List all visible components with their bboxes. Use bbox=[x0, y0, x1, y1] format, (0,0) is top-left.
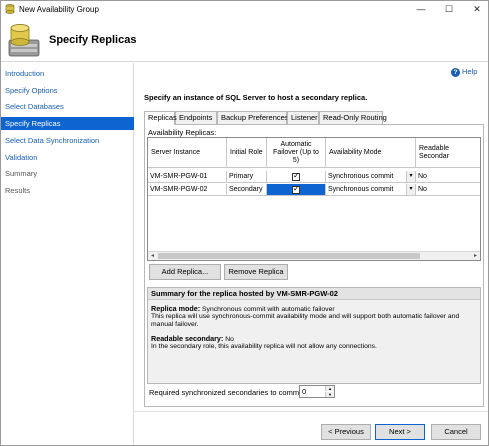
wizard-nav: Introduction Specify Options Select Data… bbox=[1, 63, 134, 445]
tab-read-only-routing[interactable]: Read-Only Routing bbox=[319, 111, 387, 124]
grid-caption: Availability Replicas: bbox=[148, 128, 217, 137]
availability-mode-value-1: Synchronous commit bbox=[328, 173, 394, 180]
replica-mode-value: Synchronous commit with automatic failov… bbox=[200, 306, 335, 313]
table-row-1-failover-cell[interactable]: ✓ bbox=[267, 171, 326, 183]
footer-divider bbox=[134, 411, 488, 412]
stepper-up-icon[interactable]: ▲ bbox=[325, 386, 334, 391]
minimize-button[interactable]: — bbox=[414, 3, 428, 15]
table-row-2-mode[interactable]: Synchronous commit ▾ bbox=[326, 184, 416, 196]
tab-listener[interactable]: Listener bbox=[287, 111, 319, 124]
add-replica-button[interactable]: Add Replica... bbox=[149, 264, 221, 280]
scroll-thumb[interactable] bbox=[158, 253, 420, 259]
page-title: Specify Replicas bbox=[49, 34, 137, 46]
page-header: Specify Replicas bbox=[1, 18, 488, 62]
title-bar: New Availability Group — ☐ ✕ bbox=[1, 1, 488, 18]
database-server-icon bbox=[8, 24, 40, 57]
grid-horizontal-scrollbar[interactable]: ◂ ▸ bbox=[148, 251, 480, 260]
summary-heading: Summary for the replica hosted by VM-SMR… bbox=[148, 288, 480, 300]
nav-item-specify-replicas[interactable]: Specify Replicas bbox=[1, 117, 134, 130]
table-row-1-mode[interactable]: Synchronous commit ▾ bbox=[326, 171, 416, 183]
table-row-2-role: Secondary bbox=[227, 184, 267, 196]
nav-item-select-data-synchronization[interactable]: Select Data Synchronization bbox=[1, 134, 134, 147]
table-row-1-server[interactable]: VM-SMR-PGW-01 bbox=[148, 171, 227, 183]
nav-item-results: Results bbox=[5, 186, 31, 195]
column-header-initial-role[interactable]: Initial Role bbox=[227, 138, 267, 168]
required-secondaries-value: 0 bbox=[302, 387, 307, 396]
tab-replicas[interactable]: Replicas bbox=[144, 111, 177, 125]
check-icon: ✓ bbox=[293, 171, 300, 180]
nav-item-specify-options[interactable]: Specify Options bbox=[1, 84, 134, 97]
cancel-button[interactable]: Cancel bbox=[431, 424, 481, 440]
help-link[interactable]: ? Help bbox=[451, 67, 477, 77]
readable-secondary-value-2: No bbox=[418, 186, 427, 193]
column-header-server-instance[interactable]: Server Instance bbox=[148, 138, 227, 168]
scroll-right-icon[interactable]: ▸ bbox=[471, 252, 480, 260]
database-icon bbox=[5, 4, 15, 14]
replica-mode-description: This replica will use synchronous-commit… bbox=[151, 313, 460, 328]
nav-item-select-databases[interactable]: Select Databases bbox=[1, 100, 134, 113]
table-row-2-readable[interactable]: No bbox=[416, 184, 480, 196]
table-row-1-readable[interactable]: No bbox=[416, 171, 480, 183]
tab-endpoints[interactable]: Endpoints bbox=[175, 111, 217, 124]
remove-replica-button[interactable]: Remove Replica bbox=[224, 264, 288, 280]
required-secondaries-label: Required synchronized secondaries to com… bbox=[149, 388, 303, 397]
table-row-2-failover-cell[interactable]: ✓ bbox=[267, 184, 326, 196]
instruction-text: Specify an instance of SQL Server to hos… bbox=[144, 93, 368, 102]
close-button[interactable]: ✕ bbox=[470, 3, 484, 15]
scroll-left-icon[interactable]: ◂ bbox=[148, 252, 157, 260]
replicas-grid: Server Instance Initial Role Automatic F… bbox=[147, 137, 481, 261]
readable-secondary-description: In the secondary role, this availability… bbox=[151, 343, 377, 350]
help-icon: ? bbox=[451, 67, 460, 77]
nav-item-introduction[interactable]: Introduction bbox=[1, 67, 134, 80]
chevron-down-icon[interactable]: ▾ bbox=[406, 184, 415, 195]
help-label: Help bbox=[462, 67, 478, 76]
column-header-automatic-failover[interactable]: Automatic Failover (Up to 5) bbox=[267, 138, 326, 168]
replica-summary-panel: Summary for the replica hosted by VM-SMR… bbox=[147, 287, 481, 384]
replica-mode-label: Replica mode: bbox=[151, 304, 201, 313]
readable-secondary-value-1: No bbox=[418, 173, 427, 180]
failover-checkbox-2[interactable]: ✓ bbox=[292, 184, 300, 194]
stepper-down-icon[interactable]: ▼ bbox=[325, 392, 334, 397]
next-button[interactable]: Next > bbox=[375, 424, 425, 440]
failover-checkbox-1[interactable]: ✓ bbox=[292, 171, 300, 181]
wizard-window: New Availability Group — ☐ ✕ Specify Rep… bbox=[0, 0, 489, 446]
readable-secondary-value: No bbox=[223, 336, 234, 343]
readable-secondary-label: Readable secondary: bbox=[151, 334, 224, 343]
chevron-down-icon[interactable]: ▾ bbox=[406, 171, 415, 182]
required-secondaries-stepper[interactable]: 0 ▲ ▼ bbox=[299, 385, 335, 398]
column-header-availability-mode[interactable]: Availability Mode bbox=[326, 138, 416, 168]
table-row-1-role: Primary bbox=[227, 171, 267, 183]
availability-mode-value-2: Synchronous commit bbox=[328, 186, 394, 193]
column-header-readable-secondary[interactable]: Readable Secondar bbox=[416, 138, 480, 168]
previous-button[interactable]: < Previous bbox=[321, 424, 371, 440]
maximize-button[interactable]: ☐ bbox=[442, 3, 456, 15]
tab-backup-preferences[interactable]: Backup Preferences bbox=[217, 111, 289, 124]
nav-item-summary: Summary bbox=[5, 169, 38, 178]
nav-item-validation[interactable]: Validation bbox=[1, 151, 134, 164]
window-title: New Availability Group bbox=[19, 5, 99, 14]
table-row-2-server[interactable]: VM-SMR-PGW-02 bbox=[148, 184, 227, 196]
check-icon: ✓ bbox=[293, 184, 300, 193]
